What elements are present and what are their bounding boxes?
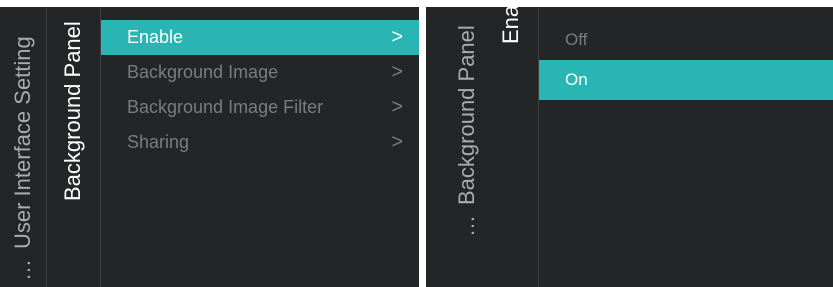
chevron-right-icon: > — [391, 26, 403, 48]
chevron-right-icon: > — [391, 61, 403, 83]
option-on[interactable]: On — [539, 60, 833, 100]
screen: … User Interface Setting Background Pane… — [0, 0, 833, 287]
settings-panel-right: … Background Panel Enable Off On — [426, 7, 833, 287]
menu-item-background-image-filter[interactable]: Background Image Filter > — [101, 90, 419, 125]
breadcrumb-current: Enable — [486, 7, 536, 287]
menu-list: Enable > Background Image > Background I… — [101, 20, 419, 160]
settings-panel-left: … User Interface Setting Background Pane… — [0, 7, 419, 287]
breadcrumb-parent-label: Background Panel — [454, 25, 479, 205]
chevron-right-icon: > — [391, 131, 403, 153]
option-label: On — [565, 70, 588, 89]
breadcrumb-current-label: Enable — [498, 7, 523, 44]
menu-item-label: Enable — [127, 27, 184, 47]
menu-item-label: Background Image — [127, 62, 279, 82]
menu-item-label: Sharing — [127, 132, 190, 152]
option-label: Off — [565, 30, 588, 49]
menu-item-label: Background Image Filter — [127, 97, 324, 117]
breadcrumb-parent[interactable]: … User Interface Setting — [0, 7, 46, 287]
breadcrumb-current-label: Background Panel — [60, 21, 85, 201]
breadcrumb-parent-label: User Interface Setting — [10, 36, 35, 249]
menu-item-enable[interactable]: Enable > — [101, 20, 419, 55]
menu-item-background-image[interactable]: Background Image > — [101, 55, 419, 90]
option-list: Off On — [539, 20, 833, 100]
menu-item-sharing[interactable]: Sharing > — [101, 125, 419, 160]
breadcrumb-current: Background Panel — [46, 7, 100, 287]
ellipsis-icon: … — [10, 259, 35, 281]
chevron-right-icon: > — [391, 96, 403, 118]
ellipsis-icon: … — [454, 215, 479, 237]
breadcrumb-parent[interactable]: … Background Panel — [444, 7, 490, 287]
option-off[interactable]: Off — [539, 20, 833, 60]
